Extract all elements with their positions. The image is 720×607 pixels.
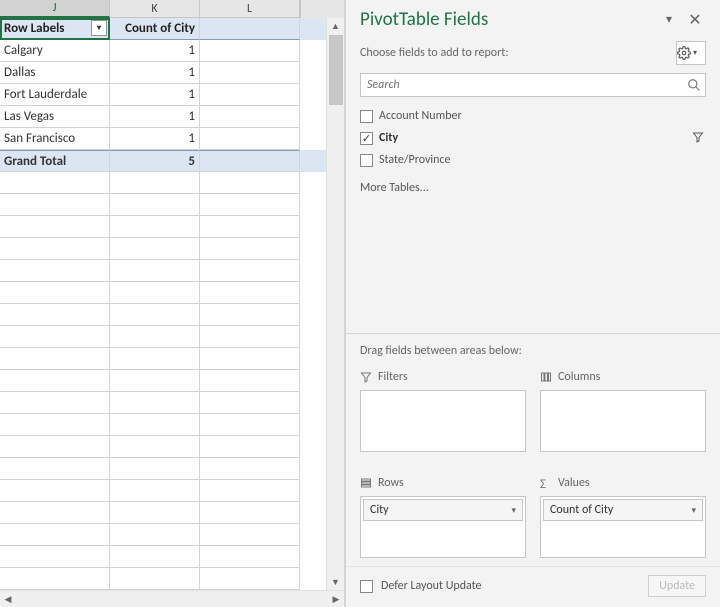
- horizontal-scrollbar[interactable]: ◀ ▶: [0, 590, 344, 607]
- pivottable-fields-pane: PivotTable Fields ▾ ✕ Choose fields to a…: [345, 0, 720, 607]
- area-label: Columns: [558, 370, 600, 384]
- field-account-number[interactable]: Account Number: [360, 105, 706, 127]
- pivot-row-value[interactable]: 1: [110, 40, 200, 62]
- defer-checkbox[interactable]: [360, 580, 373, 593]
- columns-area: Columns: [540, 368, 706, 452]
- pivot-row-value[interactable]: 1: [110, 84, 200, 106]
- pane-title: PivotTable Fields: [360, 8, 654, 31]
- vertical-scrollbar[interactable]: ▲ ▼: [326, 18, 344, 590]
- cells-area[interactable]: Row Labels ▾ Count of City Calgary1 Dall…: [0, 18, 326, 590]
- area-label: Rows: [378, 476, 404, 490]
- update-button[interactable]: Update: [648, 575, 706, 597]
- defer-label: Defer Layout Update: [381, 579, 482, 593]
- table-row: San Francisco1: [0, 128, 326, 150]
- rows-item-city[interactable]: City ▾: [363, 499, 523, 521]
- table-row: Las Vegas1: [0, 106, 326, 128]
- pivot-row-label[interactable]: Fort Lauderdale: [0, 84, 110, 106]
- field-label: City: [379, 131, 686, 145]
- table-row: Calgary1: [0, 40, 326, 62]
- pivot-row-value[interactable]: 1: [110, 62, 200, 84]
- scroll-up-icon[interactable]: ▲: [328, 18, 344, 34]
- pivot-row-value[interactable]: 1: [110, 106, 200, 128]
- pivot-grandtotal-row: Grand Total 5: [0, 150, 326, 172]
- pivot-count-header[interactable]: Count of City: [110, 18, 200, 40]
- pivot-row-label[interactable]: Las Vegas: [0, 106, 110, 128]
- scroll-left-icon[interactable]: ◀: [0, 591, 16, 607]
- fields-prompt: Choose fields to add to report:: [360, 46, 676, 60]
- field-city[interactable]: City: [360, 127, 706, 149]
- col-header-j[interactable]: J: [0, 0, 110, 18]
- col-header-l[interactable]: L: [200, 0, 300, 18]
- pivot-row-label[interactable]: San Francisco: [0, 128, 110, 150]
- drop-item-label: Count of City: [550, 503, 613, 517]
- values-area: Σ Values Count of City ▾: [540, 474, 706, 558]
- sigma-icon: Σ: [540, 477, 552, 489]
- column-header-row: J K L: [0, 0, 344, 18]
- checkbox-icon[interactable]: [360, 132, 373, 145]
- close-icon[interactable]: ✕: [684, 9, 706, 31]
- values-dropzone[interactable]: Count of City ▾: [540, 496, 706, 558]
- pivot-rowlabels-text: Row Labels: [4, 21, 65, 36]
- pane-menu-dropdown[interactable]: ▾: [658, 9, 680, 31]
- pivot-header-row: Row Labels ▾ Count of City: [0, 18, 326, 40]
- col-header-k[interactable]: K: [110, 0, 200, 18]
- pivot-grandtotal-value[interactable]: 5: [110, 150, 200, 172]
- more-tables-link[interactable]: More Tables...: [346, 171, 720, 203]
- filter-icon[interactable]: [692, 131, 706, 146]
- area-label: Filters: [378, 370, 408, 384]
- scroll-down-icon[interactable]: ▼: [328, 574, 344, 590]
- field-search-box[interactable]: [360, 73, 706, 97]
- chevron-down-icon[interactable]: ▾: [691, 505, 696, 516]
- pivot-grandtotal-label[interactable]: Grand Total: [0, 150, 110, 172]
- table-row: Fort Lauderdale1: [0, 84, 326, 106]
- field-label: State/Province: [379, 153, 706, 167]
- area-label: Values: [558, 476, 590, 490]
- rows-dropzone[interactable]: City ▾: [360, 496, 526, 558]
- search-icon: [683, 78, 705, 92]
- pivot-row-label[interactable]: Calgary: [0, 40, 110, 62]
- drop-item-label: City: [370, 503, 389, 517]
- table-row: Dallas1: [0, 62, 326, 84]
- rows-area: Rows City ▾: [360, 474, 526, 558]
- field-state-province[interactable]: State/Province: [360, 149, 706, 171]
- scroll-thumb[interactable]: [329, 35, 343, 105]
- chevron-down-icon[interactable]: ▾: [511, 505, 516, 516]
- columns-icon: [540, 371, 552, 383]
- pivot-row-value[interactable]: 1: [110, 128, 200, 150]
- col-header-scroll-gap: [300, 0, 318, 18]
- pivot-row-label[interactable]: Dallas: [0, 62, 110, 84]
- pivot-rowlabels-header[interactable]: Row Labels ▾: [0, 18, 110, 40]
- field-label: Account Number: [379, 109, 706, 123]
- checkbox-icon[interactable]: [360, 110, 373, 123]
- field-list: Account Number City State/Province: [346, 105, 720, 171]
- pivot-filter-dropdown-button[interactable]: ▾: [91, 20, 107, 36]
- worksheet-grid: J K L Row Labels ▾ Count of City Calgary…: [0, 0, 345, 607]
- filters-area: Filters: [360, 368, 526, 452]
- areas-prompt: Drag fields between areas below:: [360, 344, 706, 358]
- checkbox-icon[interactable]: [360, 154, 373, 167]
- cell-empty[interactable]: [200, 18, 300, 40]
- filter-icon: [360, 371, 372, 383]
- gear-icon: [677, 46, 691, 60]
- scroll-right-icon[interactable]: ▶: [328, 591, 344, 607]
- filters-dropzone[interactable]: [360, 390, 526, 452]
- search-input[interactable]: [361, 78, 683, 92]
- tools-dropdown-button[interactable]: ▾: [676, 41, 706, 65]
- areas-section: Drag fields between areas below: Filters…: [346, 333, 720, 566]
- columns-dropzone[interactable]: [540, 390, 706, 452]
- values-item-count-of-city[interactable]: Count of City ▾: [543, 499, 703, 521]
- rows-icon: [360, 477, 372, 489]
